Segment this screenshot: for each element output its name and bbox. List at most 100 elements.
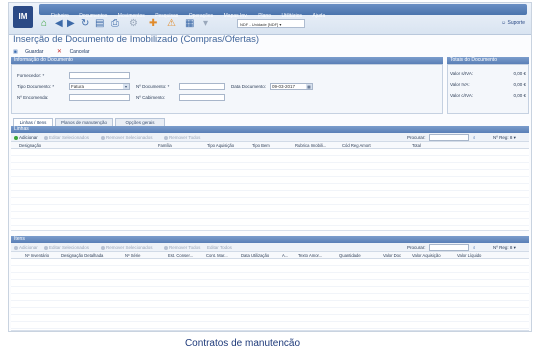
action-bar: ▣ Guardar ✕ Cancelar — [13, 48, 102, 55]
save-label: Guardar — [25, 49, 44, 55]
col-cod-reg-amort[interactable]: Cód Reg Amort — [342, 142, 371, 149]
close-icon: ✕ — [56, 49, 64, 55]
remove-icon — [101, 245, 105, 250]
itens-add-button[interactable]: Adicionar — [14, 243, 38, 252]
remove-icon — [101, 135, 105, 140]
filter-icon[interactable]: ▾ — [203, 18, 208, 29]
document-icon[interactable]: ▤ — [95, 18, 104, 29]
remove-all-icon — [164, 245, 168, 250]
app-logo: IM — [13, 6, 33, 28]
col-num-serie[interactable]: Nº Série — [125, 252, 141, 259]
edit-icon — [44, 135, 48, 140]
print-icon[interactable]: ⎙ — [111, 18, 119, 29]
home-icon[interactable]: ⌂ — [41, 18, 47, 29]
data-documento-input[interactable]: 09-03-2017 ▦ — [270, 83, 313, 90]
itens-edit-button[interactable]: Editar Selecionados — [44, 243, 89, 252]
itens-edit-label: Editar Selecionados — [49, 245, 90, 250]
total-iva-value: 0,00 € — [513, 82, 526, 87]
col-total[interactable]: Total — [412, 142, 421, 149]
support-link[interactable]: ☺ Suporte — [501, 19, 525, 28]
col-valor-doc[interactable]: Valor Doc — [383, 252, 401, 259]
save-icon: ▣ — [13, 49, 20, 55]
encomenda-label: Nº Encomenda: — [17, 95, 49, 100]
total-sem-iva-value: 0,00 € — [513, 71, 526, 76]
settings-icon[interactable]: ⚙ — [129, 18, 138, 29]
col-num-inventario[interactable]: Nº Inventário — [25, 252, 49, 259]
itens-search-label: Procurar: — [407, 245, 426, 250]
tipo-documento-label: Tipo Documento: * — [17, 84, 55, 89]
itens-toolbar: Adicionar Editar Selecionados Remover Se… — [11, 243, 529, 252]
cancel-label: Cancelar — [69, 49, 90, 55]
itens-grid[interactable] — [11, 259, 529, 331]
cancel-button[interactable]: ✕ Cancelar — [57, 49, 96, 55]
page-title: Inserção de Documento de Imobilizado (Co… — [13, 34, 260, 45]
edit-icon — [44, 245, 48, 250]
linhas-toolbar: Adicionar Editar Selecionados Remover Se… — [11, 133, 529, 142]
linhas-edit-button[interactable]: Editar Selecionados — [44, 133, 89, 142]
col-valor-liquido[interactable]: Valor Líquido — [457, 252, 481, 259]
cabimento-input[interactable] — [179, 94, 225, 101]
col-familia[interactable]: Família — [158, 142, 172, 149]
tab-linhas-itens[interactable]: Linhas / Itens — [13, 118, 53, 126]
tab-opcoes-gerais[interactable]: Opções gerais — [115, 118, 165, 126]
doc-info-panel: Fornecedor: * Tipo Documento: * Fatura ▾… — [11, 64, 443, 114]
total-sem-iva-label: Valor s/IVA: — [450, 71, 474, 76]
search-icon[interactable]: ⌕ — [473, 133, 476, 142]
linhas-edit-label: Editar Selecionados — [49, 135, 90, 140]
totals-panel: Valor s/IVA: 0,00 € Valor IVA: 0,00 € Va… — [447, 64, 529, 114]
refresh-icon[interactable]: ↻ — [81, 18, 89, 29]
col-valor-aquisicao[interactable]: Valor Aquisição — [412, 252, 441, 259]
toolbar: ⌂ ◀ ▶ ↻ ▤ ⎙ ⚙ ✚ ⚠ ▦ ▾ NDF - Unidade [NDF… — [39, 16, 527, 32]
linhas-search-label: Procurar: — [407, 135, 426, 140]
back-icon[interactable]: ◀ — [55, 18, 63, 29]
itens-edit-all-button[interactable]: Editar Todos — [207, 243, 232, 252]
fornecedor-label: Fornecedor: * — [17, 73, 45, 78]
unit-select[interactable]: NDF - Unidade [NDF] ▾ — [237, 19, 305, 28]
linhas-add-button[interactable]: Adicionar — [14, 133, 38, 142]
calendar-icon[interactable]: ▦ — [306, 84, 312, 89]
linhas-remove-all-button[interactable]: Remover Todos — [164, 133, 200, 142]
linhas-grid[interactable] — [11, 149, 529, 231]
add-icon[interactable]: ✚ — [149, 18, 157, 29]
numero-documento-input[interactable] — [179, 83, 225, 90]
tab-planos-manutencao[interactable]: Planos de manutenção — [55, 118, 113, 126]
col-tipo-bem[interactable]: Tipo Bem — [252, 142, 270, 149]
app-window: IM Ficheiro Documentos Movimentos Pesqui… — [8, 2, 532, 332]
linhas-remove-all-label: Remover Todos — [169, 135, 201, 140]
itens-remove-all-button[interactable]: Remover Todos — [164, 243, 200, 252]
col-designacao-detalhada[interactable]: Designação Detalhada — [61, 252, 103, 259]
col-tipo-aquisicao[interactable]: Tipo Aquisição — [207, 142, 234, 149]
total-com-iva-row: Valor c/IVA: 0,00 € — [450, 93, 526, 98]
linhas-search-input[interactable] — [429, 134, 469, 141]
itens-search-input[interactable] — [429, 244, 469, 251]
tipo-documento-value: Fatura — [71, 84, 85, 89]
fornecedor-input[interactable] — [69, 72, 130, 79]
itens-remove-button[interactable]: Remover Selecionados — [101, 243, 153, 252]
figure-caption: Contratos de manutencão — [184, 338, 301, 349]
add-icon — [14, 245, 18, 250]
itens-page-size-select[interactable]: Nº Reg: 8 ▾ — [493, 243, 516, 252]
itens-column-headers: Nº Inventário Designação Detalhada Nº Sé… — [11, 252, 529, 259]
save-button[interactable]: ▣ Guardar — [13, 49, 49, 55]
chart-icon[interactable]: ▦ — [185, 18, 194, 29]
col-cont-marca[interactable]: Cont. Mar... — [206, 252, 228, 259]
warning-icon[interactable]: ⚠ — [167, 18, 176, 29]
linhas-page-size-select[interactable]: Nº Reg: 8 ▾ — [493, 133, 516, 142]
col-designacao[interactable]: Designação — [19, 142, 41, 149]
encomenda-input[interactable] — [69, 94, 130, 101]
top-header: IM Ficheiro Documentos Movimentos Pesqui… — [9, 3, 531, 35]
col-data-utilizacao[interactable]: Data Utilização — [241, 252, 269, 259]
col-a[interactable]: A... — [282, 252, 288, 259]
data-documento-label: Data Documento: — [231, 84, 267, 89]
search-icon[interactable]: ⌕ — [473, 243, 476, 252]
col-est-conservacao[interactable]: Est. Conser... — [168, 252, 193, 259]
col-quantidade[interactable]: Quantidade — [339, 252, 361, 259]
col-texto-amortizacao[interactable]: Texto Amor... — [298, 252, 322, 259]
total-com-iva-value: 0,00 € — [513, 93, 526, 98]
data-documento-value: 09-03-2017 — [272, 84, 296, 89]
add-icon — [14, 135, 18, 140]
linhas-remove-button[interactable]: Remover Selecionados — [101, 133, 153, 142]
tipo-documento-select[interactable]: Fatura ▾ — [69, 83, 130, 90]
col-rubrica[interactable]: Rubrica Imobili... — [295, 142, 326, 149]
forward-icon[interactable]: ▶ — [67, 18, 75, 29]
